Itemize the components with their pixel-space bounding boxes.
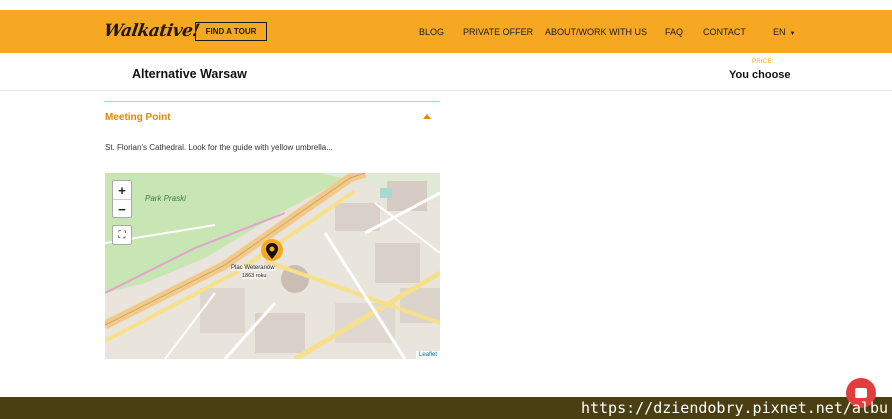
price-value: You choose	[729, 69, 791, 81]
language-label: EN	[773, 27, 786, 37]
nav-blog[interactable]: BLOG	[419, 27, 444, 37]
tour-titlebar: Alternative Warsaw PRICE: You choose	[0, 53, 892, 91]
watermark-url: https://dziendobry.pixnet.net/albu	[580, 399, 888, 417]
price-label: PRICE:	[752, 59, 774, 65]
place-distance-label: 1863 roku	[242, 273, 267, 279]
brand-logo[interactable]: Walkative!	[103, 21, 201, 41]
nav-private-offer[interactable]: PRIVATE OFFER	[463, 27, 533, 37]
nav-faq[interactable]: FAQ	[665, 27, 683, 37]
chat-icon	[855, 388, 867, 398]
zoom-control: + −	[112, 180, 132, 218]
find-tour-button[interactable]: FIND A TOUR	[195, 22, 267, 41]
tour-title: Alternative Warsaw	[132, 67, 247, 81]
place-name-label: Plac Weteranów	[231, 265, 275, 271]
zoom-in-button[interactable]: +	[113, 181, 131, 200]
leaflet-attribution[interactable]: Leaflet	[415, 351, 440, 359]
chevron-down-icon: ▼	[789, 31, 796, 37]
section-divider	[104, 101, 440, 102]
site-header: Walkative! FIND A TOUR BLOG PRIVATE OFFE…	[0, 10, 892, 53]
fullscreen-icon: ⛶	[118, 229, 126, 241]
fullscreen-button[interactable]: ⛶	[112, 225, 132, 245]
language-selector[interactable]: EN ▼	[773, 27, 795, 37]
park-praski-label: Park Praski	[145, 194, 186, 203]
zoom-out-button[interactable]: −	[113, 200, 131, 218]
nav-about[interactable]: ABOUT/WORK WITH US	[545, 27, 647, 37]
map-pin-icon[interactable]	[261, 239, 283, 265]
nav-contact[interactable]: CONTACT	[703, 27, 746, 37]
meeting-point-description: St. Florian's Cathedral. Look for the gu…	[105, 143, 333, 152]
meeting-map[interactable]: Park Praski + − ⛶ Plac Weteranów 1863 ro…	[105, 173, 440, 359]
meeting-point-heading[interactable]: Meeting Point	[105, 112, 171, 123]
collapse-caret-icon[interactable]	[423, 114, 431, 119]
